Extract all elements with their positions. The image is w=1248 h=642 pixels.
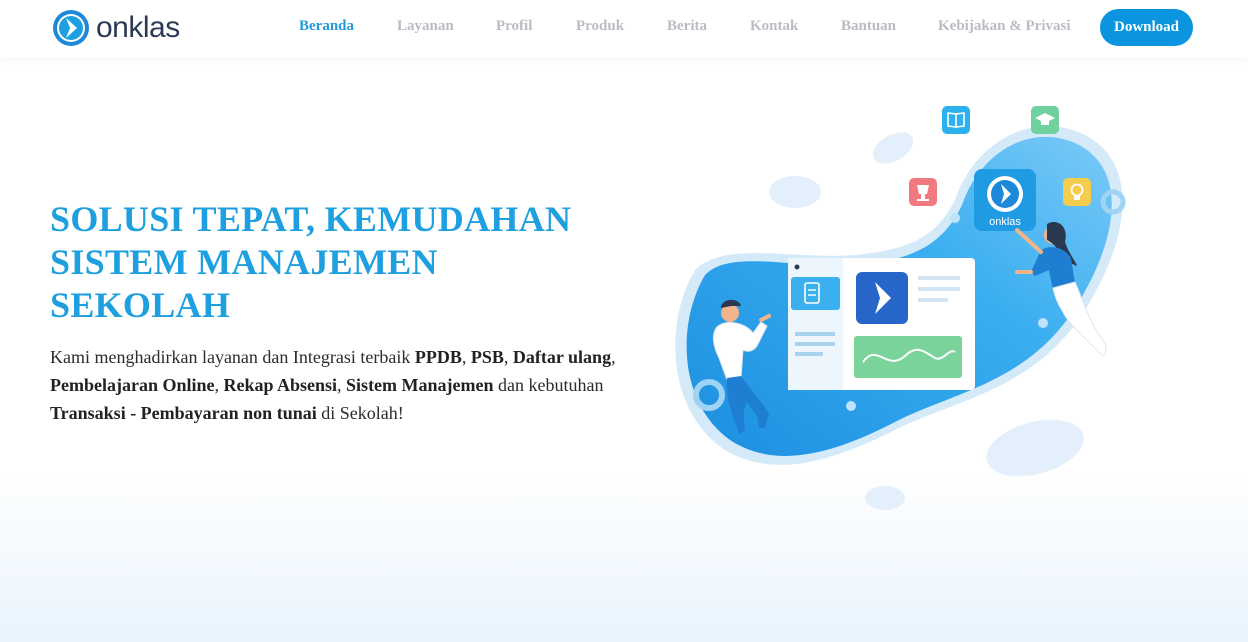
- decor-dot: [1038, 318, 1048, 328]
- hero-description: Kami menghadirkan layanan dan Integrasi …: [50, 343, 640, 427]
- nav-item-berita[interactable]: Berita: [667, 18, 707, 35]
- hero-title: SOLUSI TEPAT, KEMUDAHAN SISTEM MANAJEMEN…: [50, 198, 610, 327]
- app-tile-label: onklas: [989, 216, 1021, 228]
- hero-title-line: SOLUSI TEPAT, KEMUDAHAN: [50, 199, 572, 239]
- lightbulb-icon: [1063, 178, 1091, 206]
- hero-illustration: onklas: [675, 106, 1126, 510]
- graduation-cap-icon: [1031, 106, 1059, 134]
- nav-item-profil[interactable]: Profil: [496, 18, 532, 35]
- dashboard-window: [788, 258, 975, 390]
- decor-blob: [769, 176, 821, 208]
- brand-name: onklas: [96, 11, 180, 44]
- desc-text: ,: [214, 375, 224, 395]
- desc-highlight: Transaksi - Pembayaran non tunai: [50, 403, 317, 423]
- nav-item-produk[interactable]: Produk: [576, 18, 624, 35]
- decor-blob: [872, 132, 914, 164]
- onklas-logo-icon: [53, 10, 89, 46]
- app-tile: onklas: [974, 169, 1036, 231]
- desc-text: ,: [337, 375, 347, 395]
- desc-text: ,: [611, 347, 616, 367]
- hero-title-line: SISTEM MANAJEMEN: [50, 242, 438, 282]
- desc-text: di Sekolah!: [316, 403, 404, 423]
- nav-item-kebijakan-privasi[interactable]: Kebijakan & Privasi: [938, 18, 1071, 35]
- nav-item-beranda[interactable]: Beranda: [299, 18, 354, 35]
- book-icon: [942, 106, 970, 134]
- navbar: onklas Beranda Layanan Profil Produk Ber…: [0, 0, 1248, 58]
- nav-item-bantuan[interactable]: Bantuan: [841, 18, 896, 35]
- nav-item-layanan[interactable]: Layanan: [397, 18, 454, 35]
- desc-highlight: Daftar ulang: [512, 347, 612, 367]
- decor-dot: [846, 401, 856, 411]
- desc-highlight: Sistem Manajemen: [346, 375, 494, 395]
- download-button[interactable]: Download: [1100, 9, 1193, 46]
- decor-blob: [865, 486, 905, 510]
- trophy-icon: [909, 178, 937, 206]
- hero-title-line: SEKOLAH: [50, 285, 231, 325]
- brand-logo[interactable]: onklas: [52, 8, 180, 48]
- desc-text: Kami menghadirkan layanan dan Integrasi …: [50, 347, 415, 367]
- desc-highlight: Rekap Absensi: [223, 375, 338, 395]
- decor-dot: [950, 213, 960, 223]
- desc-text: dan kebutuhan: [493, 375, 604, 395]
- decor-blob: [986, 419, 1084, 477]
- desc-text: ,: [461, 347, 471, 367]
- clipboard-icon: [791, 277, 840, 310]
- desc-highlight: PSB: [470, 347, 504, 367]
- desc-highlight: Pembelajaran Online: [50, 375, 215, 395]
- desc-text: ,: [503, 347, 513, 367]
- nav-item-kontak[interactable]: Kontak: [750, 18, 798, 35]
- desc-highlight: PPDB: [414, 347, 462, 367]
